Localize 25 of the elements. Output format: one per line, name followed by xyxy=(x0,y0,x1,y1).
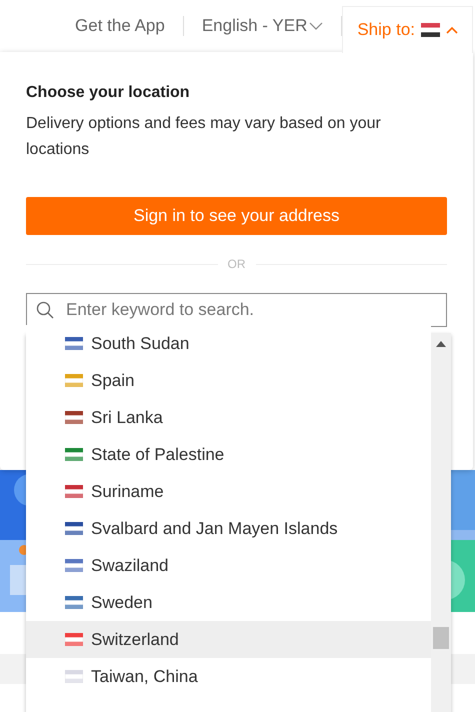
flag-icon xyxy=(65,633,83,646)
flag-icon xyxy=(65,485,83,498)
flag-icon xyxy=(65,522,83,535)
or-divider-text: OR xyxy=(228,257,246,271)
flag-icon xyxy=(65,337,83,350)
country-option[interactable]: South Sudan xyxy=(26,325,431,362)
popup-description: Delivery options and fees may vary based on your locations xyxy=(26,114,382,160)
search-field[interactable]: Enter keyword to search. xyxy=(26,293,447,327)
flag-icon xyxy=(65,596,83,609)
popup-title: Choose your location xyxy=(26,84,191,102)
scrollbar-thumb[interactable] xyxy=(433,627,449,649)
chevron-down-icon xyxy=(309,22,324,30)
search-icon xyxy=(36,301,54,319)
flag-icon xyxy=(65,374,83,387)
scrollbar[interactable] xyxy=(431,333,451,712)
country-option[interactable]: Switzerland xyxy=(26,621,431,658)
chevron-up-icon xyxy=(446,26,458,34)
language-selector[interactable]: English - YER xyxy=(184,16,342,36)
flag-icon xyxy=(421,22,440,36)
flag-icon xyxy=(65,670,83,683)
get-app-link[interactable]: Get the App xyxy=(57,16,183,36)
flag-icon xyxy=(65,411,83,424)
flag-icon xyxy=(65,448,83,461)
flag-icon xyxy=(65,559,83,572)
scroll-up-icon xyxy=(436,341,446,347)
